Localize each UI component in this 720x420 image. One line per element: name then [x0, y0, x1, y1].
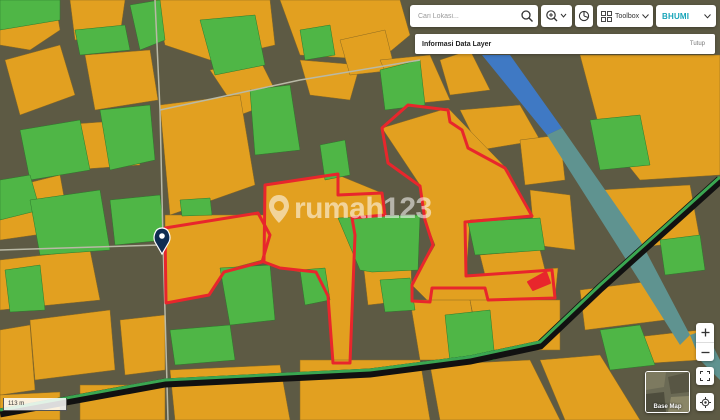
zoom-menu-button[interactable] [541, 5, 572, 27]
fullscreen-icon [700, 371, 710, 381]
info-panel-close-button[interactable]: Tutup [690, 41, 705, 47]
scale-label: 113 m [8, 401, 25, 407]
toolbox-label: Toolbox [615, 12, 640, 20]
history-button[interactable] [575, 5, 593, 27]
plus-icon [701, 328, 709, 337]
search-icon[interactable] [520, 9, 534, 23]
zoom-controls [696, 323, 714, 361]
info-panel-title: Informasi Data Layer [422, 40, 492, 48]
scale-bar: 113 m [3, 398, 67, 411]
basemap-label: Base Map [653, 404, 682, 410]
zoom-in-icon [545, 10, 566, 22]
data-layer-info-panel: Informasi Data Layer Tutup [415, 34, 715, 54]
brand-menu-button[interactable]: BHUMI [656, 5, 716, 27]
chevron-down-icon [704, 13, 711, 19]
search-box[interactable] [410, 5, 538, 27]
zoom-in-button[interactable] [696, 323, 714, 342]
pie-chart-icon [578, 10, 590, 22]
brand-logo: BHUMI [662, 11, 690, 21]
crosshair-icon [699, 396, 711, 408]
grid-icon [601, 10, 612, 22]
minus-icon [701, 351, 709, 353]
zoom-out-button[interactable] [696, 342, 714, 361]
map-canvas[interactable] [0, 0, 720, 420]
toolbox-button[interactable]: Toolbox [597, 5, 653, 27]
chevron-down-icon [642, 13, 650, 19]
my-location-button[interactable] [696, 393, 714, 411]
fullscreen-button[interactable] [696, 367, 714, 385]
search-input[interactable] [410, 12, 518, 20]
basemap-switcher[interactable]: Base Map [645, 371, 690, 413]
